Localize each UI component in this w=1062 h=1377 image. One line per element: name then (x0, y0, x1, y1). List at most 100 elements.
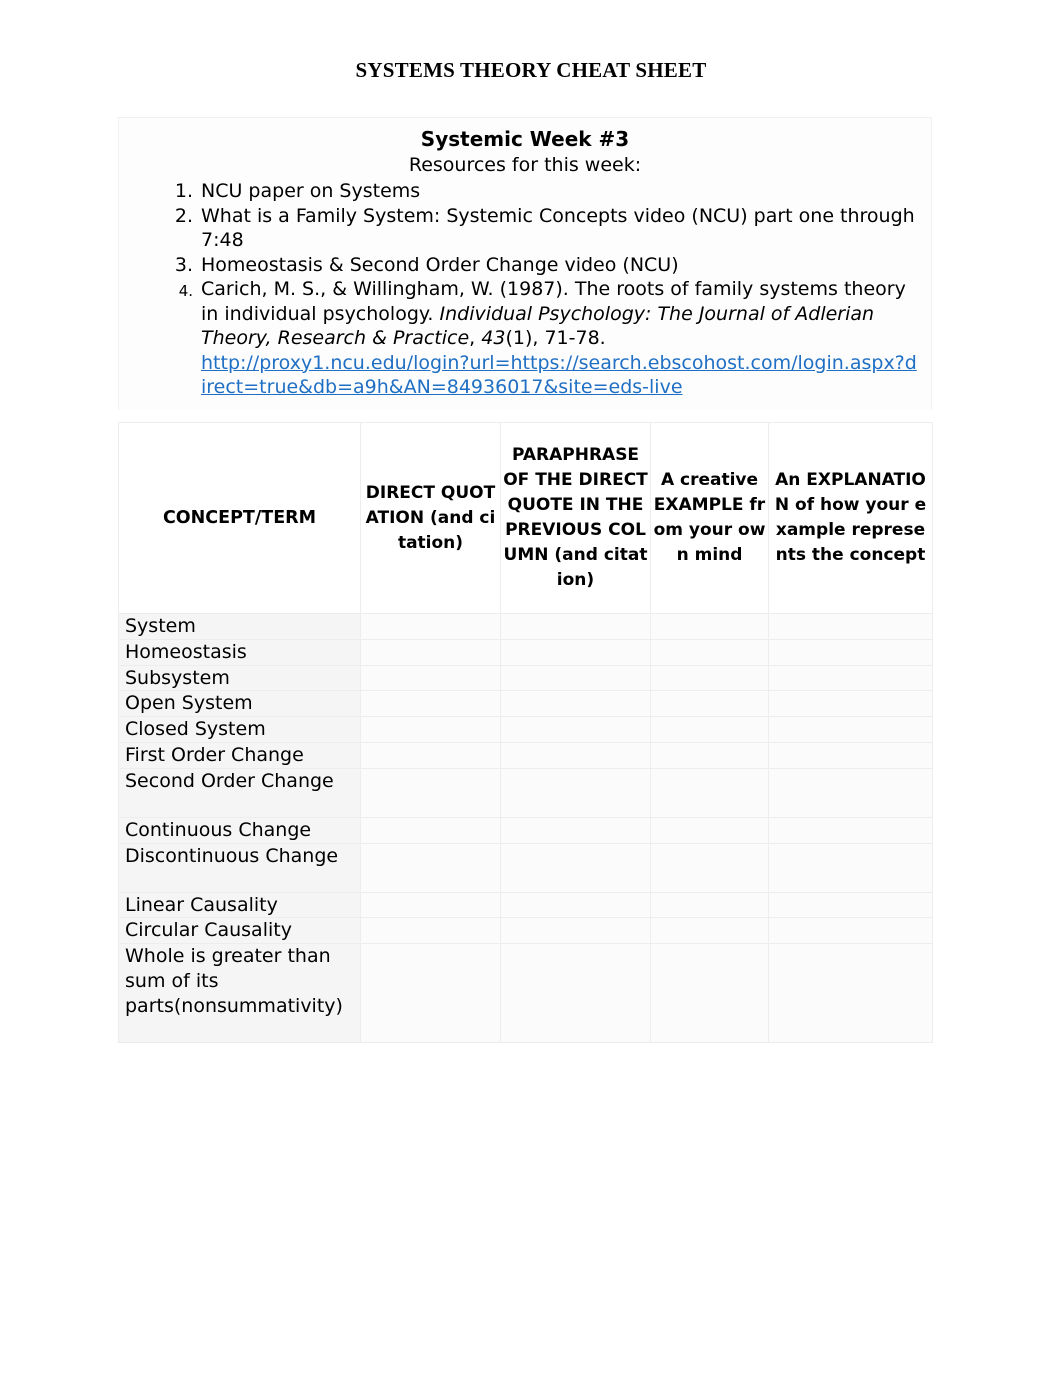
resources-block: Systemic Week #3 Resources for this week… (118, 117, 932, 410)
cell-paraphrase[interactable] (500, 767, 651, 818)
cell-example[interactable] (650, 816, 769, 844)
cell-concept-term: Whole is greater than sum of its parts(n… (118, 943, 361, 1044)
cell-quote[interactable] (360, 842, 501, 893)
cell-explanation[interactable] (768, 891, 933, 919)
cell-concept-term: Second Order Change (118, 767, 361, 818)
cell-concept-term: Continuous Change (118, 816, 361, 844)
cell-explanation[interactable] (768, 741, 933, 769)
cell-paraphrase[interactable] (500, 816, 651, 844)
table-row: Circular Causality (118, 917, 933, 945)
cell-paraphrase[interactable] (500, 842, 651, 893)
cell-paraphrase[interactable] (500, 638, 651, 666)
cell-explanation[interactable] (768, 816, 933, 844)
cell-paraphrase[interactable] (500, 943, 651, 1044)
cell-example[interactable] (650, 767, 769, 818)
cell-paraphrase[interactable] (500, 664, 651, 692)
page-title: SYSTEMS THEORY CHEAT SHEET (355, 58, 707, 82)
cell-paraphrase[interactable] (500, 716, 651, 743)
cell-explanation[interactable] (768, 943, 933, 1044)
table-row: First Order Change (118, 741, 933, 769)
cell-concept-term: System (118, 613, 361, 640)
cell-paraphrase[interactable] (500, 690, 651, 718)
citation-issue-pages: (1), 71-78. (505, 327, 606, 349)
table-header-row: CONCEPT/TERM DIRECT QUOTATION (and citat… (118, 422, 933, 614)
table-row: Second Order Change (118, 767, 933, 818)
cell-example[interactable] (650, 943, 769, 1044)
table-row: Subsystem (118, 664, 933, 692)
resource-item-3: 3. Homeostasis & Second Order Change vid… (129, 253, 921, 278)
resources-heading: Systemic Week #3 (420, 127, 630, 151)
table-header-row-group: CONCEPT/TERM DIRECT QUOTATION (and citat… (118, 422, 933, 614)
cell-quote[interactable] (360, 716, 501, 743)
cell-concept-term: Homeostasis (118, 638, 361, 666)
cell-quote[interactable] (360, 664, 501, 692)
table-row: Discontinuous Change (118, 842, 933, 893)
cell-explanation[interactable] (768, 613, 933, 640)
cell-example[interactable] (650, 842, 769, 893)
cell-explanation[interactable] (768, 842, 933, 893)
resource-item-4: 4. Carich, M. S., & Willingham, W. (1987… (129, 277, 921, 400)
cell-paraphrase[interactable] (500, 741, 651, 769)
cell-example[interactable] (650, 917, 769, 945)
column-header-paraphrase: PARAPHRASE OF THE DIRECT QUOTE IN THE PR… (500, 422, 651, 614)
column-header-creative-example: A creative EXAMPLE from your own mind (650, 422, 769, 614)
cell-explanation[interactable] (768, 638, 933, 666)
table-body: System Homeostasis Subsystem Open System Clo… (118, 613, 933, 1044)
cell-quote[interactable] (360, 613, 501, 640)
citation-volume: 43 (481, 327, 506, 349)
resource-item-4-citation: Carich, M. S., & Willingham, W. (1987). … (201, 278, 906, 349)
citation-separator: , (469, 327, 482, 349)
resource-item-3-number: 3. (174, 253, 193, 276)
column-header-direct-quotation: DIRECT QUOTATION (and citation) (360, 422, 501, 614)
cell-concept-term: Open System (118, 690, 361, 718)
resource-item-1: 1. NCU paper on Systems (129, 179, 921, 204)
cell-quote[interactable] (360, 943, 501, 1044)
cell-concept-term: First Order Change (118, 741, 361, 769)
cell-concept-term: Closed System (118, 716, 361, 743)
table-row: Closed System (118, 716, 933, 743)
cell-paraphrase[interactable] (500, 891, 651, 919)
cell-example[interactable] (650, 690, 769, 718)
resource-item-2-number: 2. (174, 204, 193, 227)
cell-quote[interactable] (360, 690, 501, 718)
column-header-explanation: An EXPLANATION of how your example repre… (768, 422, 933, 614)
cell-paraphrase[interactable] (500, 613, 651, 640)
cell-explanation[interactable] (768, 917, 933, 945)
table-row: Homeostasis (118, 638, 933, 666)
cell-example[interactable] (650, 716, 769, 743)
cell-concept-term: Discontinuous Change (118, 842, 361, 893)
cell-example[interactable] (650, 638, 769, 666)
cell-quote[interactable] (360, 638, 501, 666)
concept-term-table: CONCEPT/TERM DIRECT QUOTATION (and citat… (118, 422, 933, 1044)
cell-example[interactable] (650, 613, 769, 640)
table-row: System (118, 613, 933, 640)
resource-item-1-number: 1. (174, 180, 193, 202)
resource-item-2-label: What is a Family System: Systemic Concep… (201, 204, 915, 252)
resource-item-4-number: 4. (178, 282, 193, 300)
cell-example[interactable] (650, 891, 769, 919)
resource-item-2: 2. What is a Family System: Systemic Con… (129, 204, 921, 253)
table-row: Linear Causality (118, 891, 933, 919)
cell-concept-term: Subsystem (118, 664, 361, 692)
cell-explanation[interactable] (768, 767, 933, 818)
resource-item-3-label: Homeostasis & Second Order Change video … (201, 253, 679, 276)
cell-explanation[interactable] (768, 716, 933, 743)
citation-proxy-link[interactable]: http://proxy1.ncu.edu/login?url=https://… (201, 351, 921, 400)
cell-paraphrase[interactable] (500, 917, 651, 945)
table-row: Whole is greater than sum of its parts(n… (118, 943, 933, 1044)
table-row: Open System (118, 690, 933, 718)
cell-example[interactable] (650, 741, 769, 769)
cell-example[interactable] (650, 664, 769, 692)
resource-item-1-label: NCU paper on Systems (201, 180, 421, 202)
cell-explanation[interactable] (768, 690, 933, 718)
cell-quote[interactable] (360, 891, 501, 919)
cell-quote[interactable] (360, 767, 501, 818)
cell-concept-term: Linear Causality (118, 891, 361, 919)
resources-subheading: Resources for this week: (408, 154, 642, 176)
cell-explanation[interactable] (768, 664, 933, 692)
cell-quote[interactable] (360, 741, 501, 769)
cell-quote[interactable] (360, 816, 501, 844)
cell-quote[interactable] (360, 917, 501, 945)
resources-list: 1. NCU paper on Systems 2. What is a Fam… (129, 179, 921, 400)
cell-concept-term: Circular Causality (118, 917, 361, 945)
